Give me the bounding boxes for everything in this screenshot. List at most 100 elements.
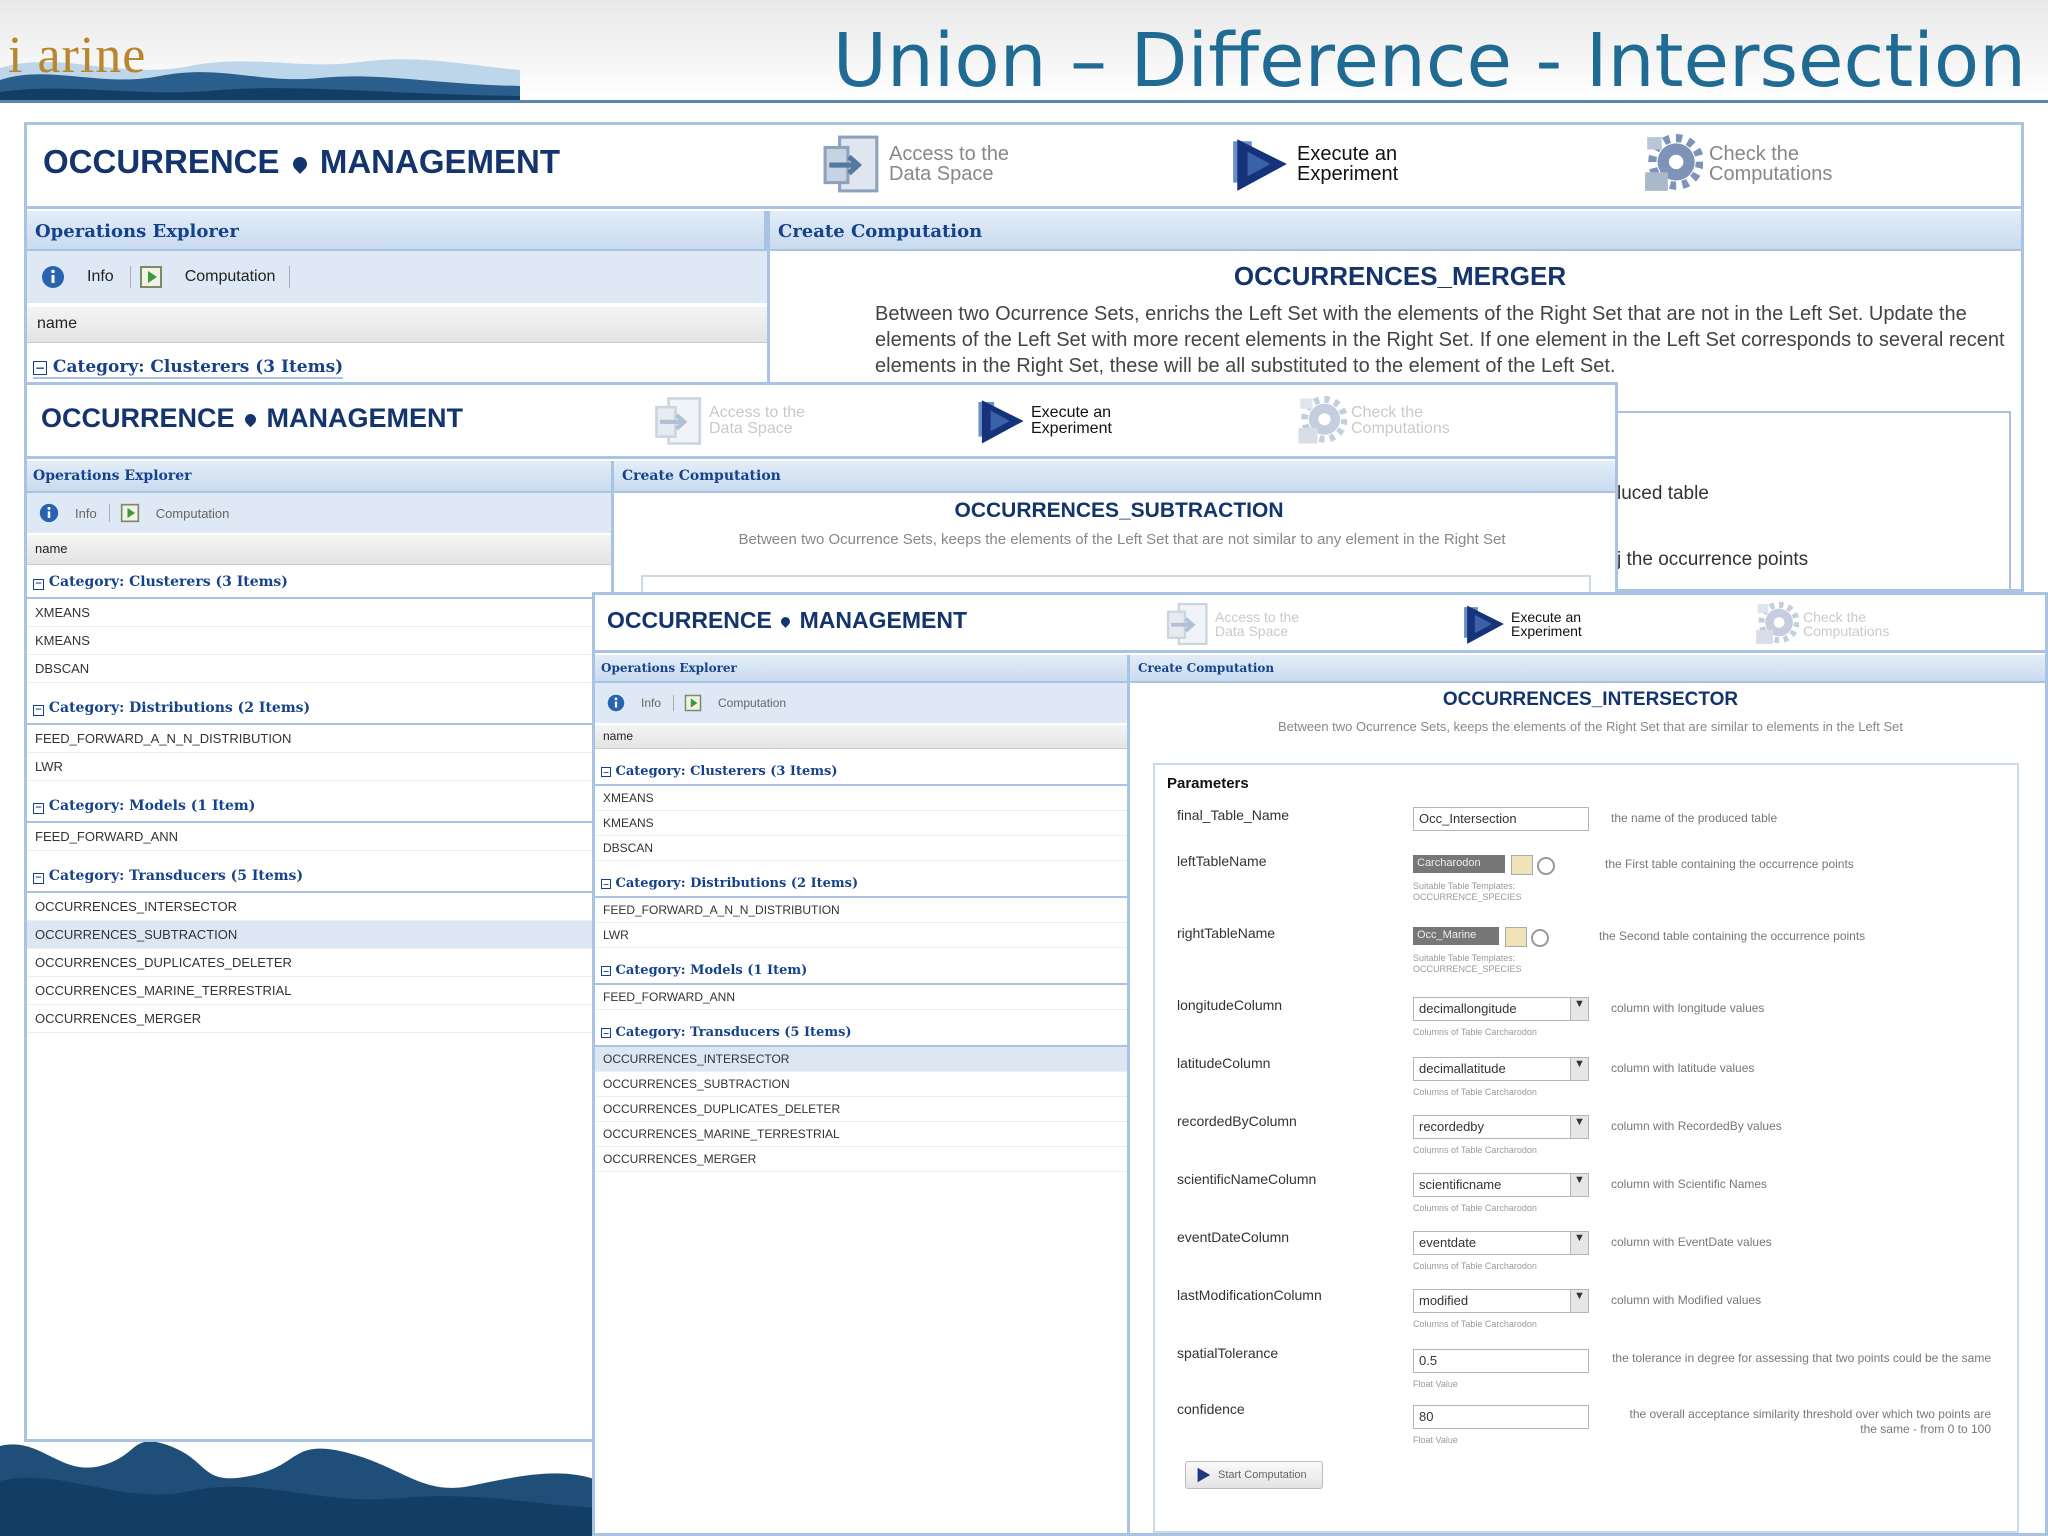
list-item[interactable]: DBSCAN	[595, 836, 1127, 861]
computation-button[interactable]: Computation	[156, 506, 230, 521]
chevron-down-icon[interactable]: ▼	[1570, 1232, 1588, 1254]
access-data-space-button[interactable]: Access to the Data Space	[821, 133, 1009, 195]
execute-experiment-label: Execute an Experiment	[1297, 142, 1399, 185]
list-item[interactable]: XMEANS	[595, 786, 1127, 811]
right-table-selection[interactable]: Occ_Marine	[1413, 927, 1499, 945]
check-computations-button[interactable]: Check the Computations	[1641, 133, 1832, 195]
param-hint: Columns of Table Carcharodon	[1413, 1319, 1537, 1329]
collapse-icon[interactable]: −	[33, 873, 44, 884]
list-item[interactable]: XMEANS	[27, 599, 611, 627]
param-label: leftTableName	[1177, 853, 1267, 869]
chevron-down-icon[interactable]: ▼	[1570, 1058, 1588, 1080]
check-computations-button[interactable]: Check the Computations	[1753, 601, 1889, 647]
list-item[interactable]: OCCURRENCES_MARINE_TERRESTRIAL	[595, 1122, 1127, 1147]
folder-button[interactable]	[1505, 927, 1527, 947]
folder-button[interactable]	[1511, 855, 1533, 875]
explorer-toolbar: Info Computation	[595, 683, 1127, 723]
category-distributions[interactable]: − Category: Distributions (2 Items)	[27, 693, 611, 725]
scientific-name-column-select[interactable]: scientificname ▼	[1413, 1173, 1589, 1197]
name-column-header[interactable]: name	[595, 725, 1127, 749]
list-item[interactable]: LWR	[595, 923, 1127, 948]
computation-button[interactable]: Computation	[185, 268, 276, 286]
chevron-down-icon[interactable]: ▼	[1570, 1290, 1588, 1312]
list-item[interactable]: LWR	[27, 753, 611, 781]
list-item[interactable]: KMEANS	[27, 627, 611, 655]
info-button[interactable]: Info	[87, 268, 114, 286]
list-item[interactable]: OCCURRENCES_MERGER	[595, 1147, 1127, 1172]
collapse-icon[interactable]: −	[33, 361, 47, 375]
computation-icon[interactable]	[684, 694, 702, 712]
location-pin-icon	[289, 154, 310, 175]
collapse-icon[interactable]: −	[33, 579, 44, 590]
access-data-space-button[interactable]: Access to the Data Space	[1165, 601, 1299, 647]
latitude-column-select[interactable]: decimallatitude ▼	[1413, 1057, 1589, 1081]
category-distributions[interactable]: − Category: Distributions (2 Items)	[595, 871, 1127, 898]
final-table-name-input[interactable]: Occ_Intersection	[1413, 807, 1589, 831]
list-item[interactable]: FEED_FORWARD_A_N_N_DISTRIBUTION	[595, 898, 1127, 923]
category-label: Category: Distributions (2 Items)	[48, 700, 311, 716]
name-column-header[interactable]: name	[27, 307, 767, 343]
category-clusterers[interactable]: − Category: Clusterers (3 Items)	[27, 567, 611, 599]
longitude-column-select[interactable]: decimallongitude ▼	[1413, 997, 1589, 1021]
collapse-icon[interactable]: −	[33, 705, 44, 716]
list-item[interactable]: KMEANS	[595, 811, 1127, 836]
spatial-tolerance-input[interactable]: 0.5	[1413, 1349, 1589, 1373]
chevron-down-icon[interactable]: ▼	[1570, 998, 1588, 1020]
execute-experiment-button[interactable]: Execute an Experiment	[1461, 601, 1582, 647]
check-computations-icon	[1295, 395, 1347, 447]
create-computation-header: Create Computation	[770, 211, 2021, 251]
list-item[interactable]: FEED_FORWARD_ANN	[595, 985, 1127, 1010]
list-item[interactable]: DBSCAN	[27, 655, 611, 683]
category-transducers[interactable]: − Category: Transducers (5 Items)	[595, 1020, 1127, 1047]
create-computation-header: Create Computation	[614, 461, 1615, 493]
info-icon[interactable]	[607, 694, 625, 712]
list-item-selected[interactable]: OCCURRENCES_INTERSECTOR	[595, 1047, 1127, 1072]
event-date-column-select[interactable]: eventdate ▼	[1413, 1231, 1589, 1255]
category-models[interactable]: − Category: Models (1 Item)	[595, 958, 1127, 985]
collapse-icon[interactable]: −	[601, 879, 611, 889]
computation-button[interactable]: Computation	[718, 696, 786, 710]
category-clusterers[interactable]: − Category: Clusterers (3 Items)	[595, 759, 1127, 786]
list-item[interactable]: OCCURRENCES_DUPLICATES_DELETER	[595, 1097, 1127, 1122]
last-modification-column-select[interactable]: modified ▼	[1413, 1289, 1589, 1313]
info-button[interactable]: Info	[75, 506, 97, 521]
access-data-space-button[interactable]: Access to the Data Space	[653, 395, 805, 447]
list-item[interactable]: FEED_FORWARD_A_N_N_DISTRIBUTION	[27, 725, 611, 753]
chevron-down-icon[interactable]: ▼	[1570, 1116, 1588, 1138]
collapse-icon[interactable]: −	[601, 1028, 611, 1038]
category-transducers[interactable]: − Category: Transducers (5 Items)	[27, 861, 611, 893]
collapse-icon[interactable]: −	[33, 803, 44, 814]
execute-experiment-button[interactable]: Execute an Experiment	[975, 395, 1112, 447]
execute-experiment-button[interactable]: Execute an Experiment	[1229, 133, 1398, 195]
start-computation-icon	[1197, 1467, 1211, 1483]
list-item[interactable]: OCCURRENCES_INTERSECTOR	[27, 893, 611, 921]
remove-icon[interactable]	[1537, 857, 1555, 875]
parameters-title: Parameters	[1167, 775, 1249, 792]
recorded-by-column-select[interactable]: recordedby ▼	[1413, 1115, 1589, 1139]
list-item[interactable]: OCCURRENCES_DUPLICATES_DELETER	[27, 949, 611, 977]
start-computation-button[interactable]: Start Computation	[1185, 1461, 1323, 1489]
info-icon[interactable]	[41, 265, 65, 289]
param-hint: Suitable Table Templates: OCCURRENCE_SPE…	[1413, 881, 1522, 902]
category-label: Category: Transducers (5 Items)	[615, 1025, 852, 1040]
name-column-header[interactable]: name	[27, 535, 611, 565]
computation-icon[interactable]	[139, 265, 163, 289]
category-models[interactable]: − Category: Models (1 Item)	[27, 791, 611, 823]
check-computations-button[interactable]: Check the Computations	[1295, 395, 1450, 447]
list-item[interactable]: OCCURRENCES_MARINE_TERRESTRIAL	[27, 977, 611, 1005]
confidence-input[interactable]: 80	[1413, 1405, 1589, 1429]
collapse-icon[interactable]: −	[601, 767, 611, 777]
list-item[interactable]: FEED_FORWARD_ANN	[27, 823, 611, 851]
list-item[interactable]: OCCURRENCES_SUBTRACTION	[595, 1072, 1127, 1097]
collapse-icon[interactable]: −	[601, 966, 611, 976]
computation-icon[interactable]	[120, 503, 140, 523]
remove-icon[interactable]	[1531, 929, 1549, 947]
list-item-selected[interactable]: OCCURRENCES_SUBTRACTION	[27, 921, 611, 949]
left-table-selection[interactable]: Carcharodon	[1413, 855, 1505, 873]
info-icon[interactable]	[39, 503, 59, 523]
list-item[interactable]: OCCURRENCES_MERGER	[27, 1005, 611, 1033]
info-button[interactable]: Info	[641, 696, 661, 710]
slide: i arine Union – Difference - Intersectio…	[0, 0, 2048, 1536]
chevron-down-icon[interactable]: ▼	[1570, 1174, 1588, 1196]
category-clusterers[interactable]: − Category: Clusterers (3 Items)	[33, 357, 344, 379]
